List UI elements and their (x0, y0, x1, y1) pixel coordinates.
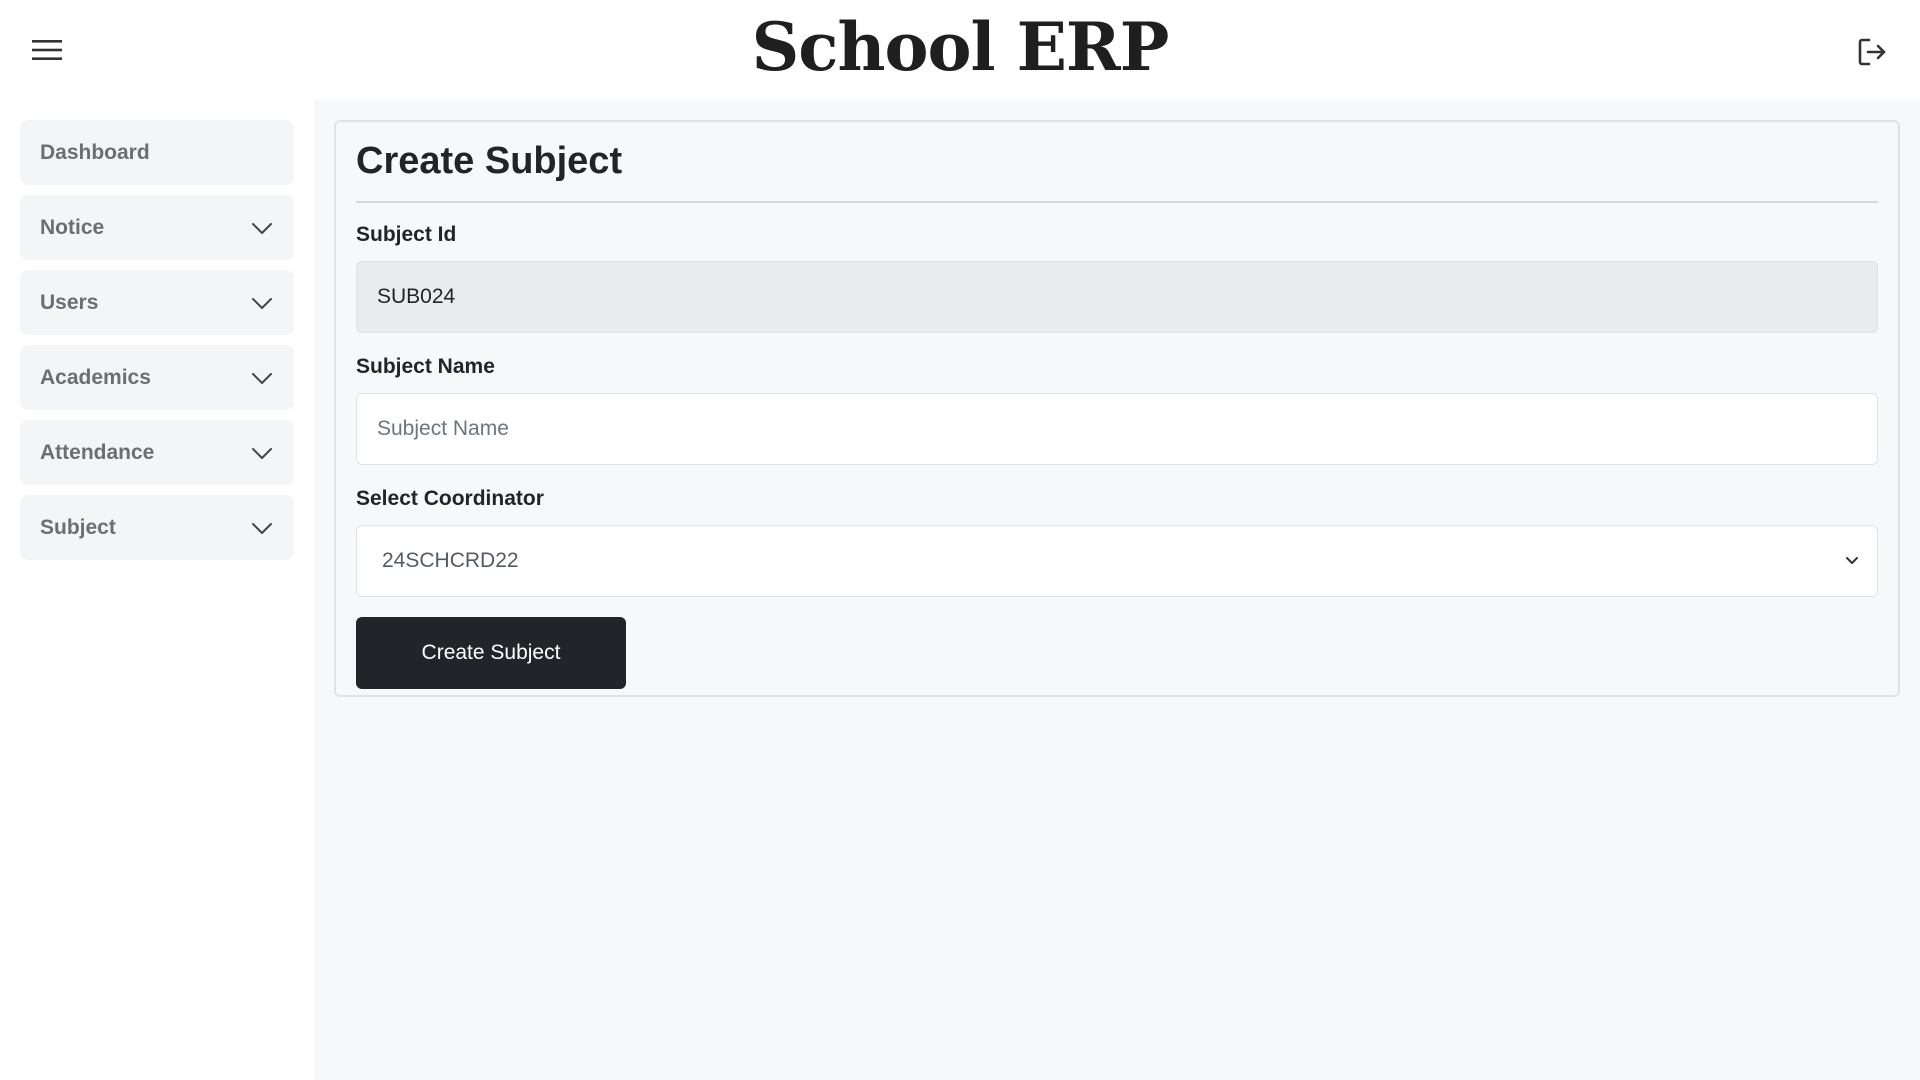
chevron-down-icon (252, 522, 272, 534)
sidebar-item-label: Users (40, 290, 99, 314)
top-bar: School ERP (0, 0, 1920, 100)
page-title: Create Subject (356, 140, 1878, 203)
sidebar-item-label: Dashboard (40, 140, 150, 164)
app-title: School ERP (751, 8, 1170, 86)
main-content: Create Subject Subject Id Subject Name S… (314, 100, 1920, 1080)
chevron-down-icon (252, 447, 272, 459)
coordinator-select[interactable]: 24SCHCRD22 (356, 525, 1878, 597)
chevron-down-icon (252, 297, 272, 309)
sidebar-item-subject[interactable]: Subject (20, 495, 294, 560)
sidebar-item-dashboard[interactable]: Dashboard (20, 120, 294, 185)
coordinator-label: Select Coordinator (356, 487, 544, 510)
sidebar: Dashboard Notice Users Academics Attenda… (0, 100, 314, 1080)
logout-icon[interactable] (1852, 32, 1892, 72)
sidebar-item-label: Notice (40, 215, 105, 239)
chevron-down-icon (1846, 557, 1858, 564)
sidebar-item-users[interactable]: Users (20, 270, 294, 335)
subject-name-label: Subject Name (356, 355, 495, 378)
coordinator-selected-value: 24SCHCRD22 (356, 525, 1878, 597)
sidebar-item-label: Attendance (40, 440, 155, 464)
sidebar-item-label: Academics (40, 365, 151, 389)
sidebar-item-label: Subject (40, 515, 116, 539)
chevron-down-icon (252, 222, 272, 234)
chevron-down-icon (252, 372, 272, 384)
sidebar-item-attendance[interactable]: Attendance (20, 420, 294, 485)
subject-id-field (356, 261, 1878, 333)
create-subject-form: Create Subject Subject Id Subject Name S… (334, 120, 1900, 697)
subject-id-label: Subject Id (356, 223, 457, 246)
sidebar-item-academics[interactable]: Academics (20, 345, 294, 410)
sidebar-item-notice[interactable]: Notice (20, 195, 294, 260)
create-subject-button[interactable]: Create Subject (356, 617, 626, 689)
subject-name-field[interactable] (356, 393, 1878, 465)
